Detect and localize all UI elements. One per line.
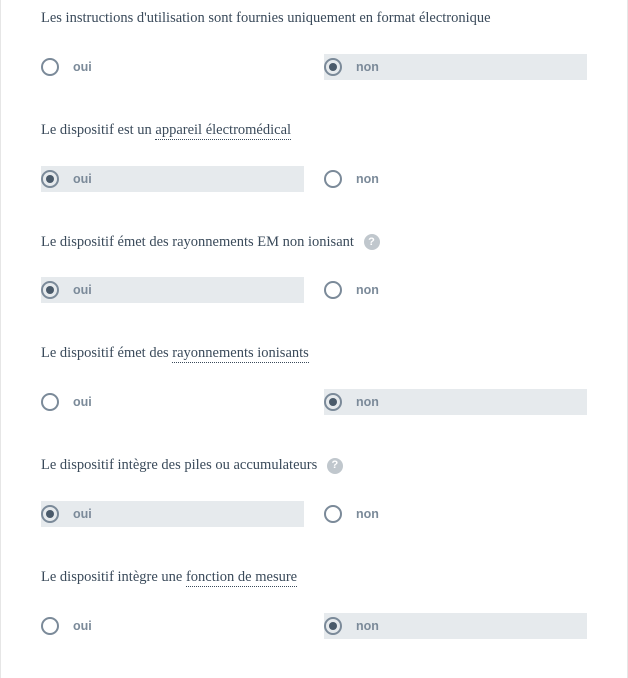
option-label-no: non <box>356 172 379 186</box>
radio-icon <box>41 58 59 76</box>
question-text-underlined: appareil électromédical <box>155 122 291 140</box>
question-text-before: Le dispositif émet des <box>41 345 172 361</box>
option-label-no: non <box>356 507 379 521</box>
radio-icon <box>41 393 59 411</box>
option-label-yes: oui <box>73 507 92 521</box>
radio-icon <box>41 505 59 523</box>
radio-icon <box>324 170 342 188</box>
radio-icon <box>41 617 59 635</box>
option-yes[interactable]: oui <box>41 613 304 639</box>
question-text-underlined: rayonnements ionisants <box>172 345 309 363</box>
option-label-no: non <box>356 60 379 74</box>
question-block: Le dispositif est un appareil électroméd… <box>41 120 587 192</box>
option-yes[interactable]: oui <box>41 501 304 527</box>
question-text-plain: Le dispositif émet des rayonnements EM n… <box>41 234 354 250</box>
option-no[interactable]: non <box>324 389 587 415</box>
options-row: oui non <box>41 501 587 527</box>
options-row: oui non <box>41 613 587 639</box>
option-yes[interactable]: oui <box>41 54 304 80</box>
option-label-no: non <box>356 283 379 297</box>
option-no[interactable]: non <box>324 166 587 192</box>
question-text: Les instructions d'utilisation sont four… <box>41 8 587 30</box>
option-yes[interactable]: oui <box>41 277 304 303</box>
question-block: Le dispositif émet des rayonnements ioni… <box>41 343 587 415</box>
question-block: Le dispositif intègre des piles ou accum… <box>41 455 587 527</box>
radio-icon <box>324 58 342 76</box>
option-no[interactable]: non <box>324 277 587 303</box>
option-yes[interactable]: oui <box>41 166 304 192</box>
form-panel: Les instructions d'utilisation sont four… <box>0 0 628 678</box>
option-label-no: non <box>356 395 379 409</box>
option-yes[interactable]: oui <box>41 389 304 415</box>
question-text: Le dispositif est un appareil électroméd… <box>41 120 587 142</box>
options-row: oui non <box>41 389 587 415</box>
question-text: Le dispositif intègre une fonction de me… <box>41 567 587 589</box>
option-label-yes: oui <box>73 283 92 297</box>
options-row: oui non <box>41 277 587 303</box>
question-text: Le dispositif intègre des piles ou accum… <box>41 455 587 477</box>
question-text-plain: Les instructions d'utilisation sont four… <box>41 10 491 26</box>
question-block: Le dispositif intègre une fonction de me… <box>41 567 587 639</box>
options-row: oui non <box>41 54 587 80</box>
question-text-underlined: fonction de mesure <box>186 569 297 587</box>
question-text-before: Le dispositif intègre une <box>41 569 186 585</box>
option-label-yes: oui <box>73 172 92 186</box>
radio-icon <box>41 281 59 299</box>
radio-icon <box>324 393 342 411</box>
question-text-before: Le dispositif est un <box>41 122 155 138</box>
option-label-no: non <box>356 619 379 633</box>
question-text: Le dispositif émet des rayonnements EM n… <box>41 232 587 254</box>
option-label-yes: oui <box>73 395 92 409</box>
radio-icon <box>324 505 342 523</box>
radio-icon <box>324 617 342 635</box>
question-block: Les instructions d'utilisation sont four… <box>41 8 587 80</box>
options-row: oui non <box>41 166 587 192</box>
help-icon[interactable]: ? <box>364 234 380 250</box>
option-label-yes: oui <box>73 619 92 633</box>
radio-icon <box>324 281 342 299</box>
question-block: Le dispositif émet des rayonnements EM n… <box>41 232 587 304</box>
question-text: Le dispositif émet des rayonnements ioni… <box>41 343 587 365</box>
radio-icon <box>41 170 59 188</box>
option-label-yes: oui <box>73 60 92 74</box>
option-no[interactable]: non <box>324 613 587 639</box>
option-no[interactable]: non <box>324 501 587 527</box>
option-no[interactable]: non <box>324 54 587 80</box>
help-icon[interactable]: ? <box>327 458 343 474</box>
question-text-plain: Le dispositif intègre des piles ou accum… <box>41 457 317 473</box>
